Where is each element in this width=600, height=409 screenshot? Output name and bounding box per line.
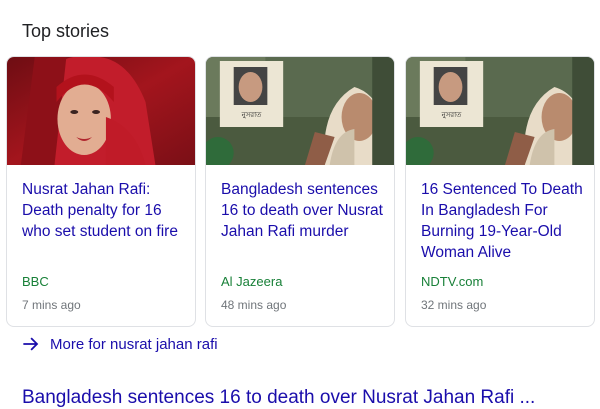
placard-text: নুসরাত (441, 111, 462, 119)
news-headline[interactable]: Bangladesh sentences 16 to death over Nu… (221, 179, 384, 242)
more-stories-label[interactable]: More for nusrat jahan rafi (50, 336, 218, 353)
placard-text: নুসরাত (241, 111, 262, 119)
news-card[interactable]: নুসরাত 16 Sentenced To Death In Banglade… (405, 56, 595, 327)
next-result-title[interactable]: Bangladesh sentences 16 to death over Nu… (22, 387, 535, 409)
news-thumbnail[interactable]: নুসরাত (406, 57, 594, 165)
news-time: 48 mins ago (221, 298, 287, 312)
more-stories-link[interactable]: More for nusrat jahan rafi (22, 334, 218, 354)
news-source: BBC (22, 274, 49, 289)
news-card[interactable]: নুসরাত Bangladesh sentences 16 to death … (205, 56, 395, 327)
news-source: Al Jazeera (221, 274, 283, 289)
news-card[interactable]: Nusrat Jahan Rafi: Death penalty for 16 … (6, 56, 196, 327)
news-time: 32 mins ago (421, 298, 487, 312)
section-title: Top stories (22, 21, 110, 41)
news-headline[interactable]: Nusrat Jahan Rafi: Death penalty for 16 … (22, 179, 185, 242)
news-thumbnail[interactable] (7, 57, 195, 165)
news-source: NDTV.com (421, 274, 484, 289)
news-thumbnail[interactable]: নুসরাত (206, 57, 394, 165)
news-time: 7 mins ago (22, 298, 81, 312)
arrow-right-icon (23, 337, 39, 351)
news-headline[interactable]: 16 Sentenced To Death In Bangladesh For … (421, 179, 584, 263)
